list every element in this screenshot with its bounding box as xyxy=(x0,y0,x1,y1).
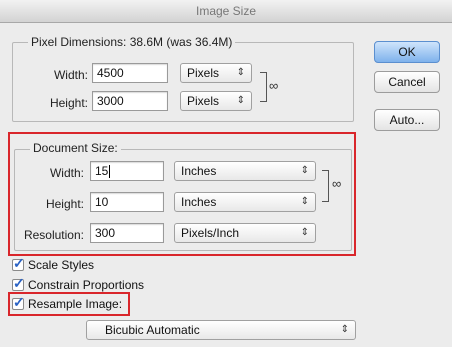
constrain-proportions-label: Constrain Proportions xyxy=(28,278,145,292)
doc-height-unit-value: Inches xyxy=(181,195,217,209)
ok-button[interactable]: OK xyxy=(374,41,440,63)
checkmark-icon: ✓ xyxy=(13,275,25,291)
chain-link-icon: ∞ xyxy=(332,176,342,191)
doc-resolution-label: Resolution: xyxy=(23,228,84,242)
pixel-width-label: Width: xyxy=(53,68,88,82)
doc-resolution-unit-select[interactable]: Pixels/Inch ⇕ xyxy=(174,223,316,243)
doc-width-label: Width: xyxy=(49,166,84,180)
document-size-legend: Document Size: xyxy=(30,141,121,155)
resample-image-label: Resample Image: xyxy=(28,297,123,311)
pixel-height-unit-select[interactable]: Pixels ⇕ xyxy=(180,91,252,111)
pixel-width-unit-select[interactable]: Pixels ⇕ xyxy=(180,63,252,83)
doc-resolution-input[interactable]: 300 xyxy=(90,223,164,243)
pixel-width-unit-value: Pixels xyxy=(187,66,220,80)
doc-height-label: Height: xyxy=(45,197,84,211)
scale-styles-checkbox[interactable]: ✓ xyxy=(12,255,25,271)
pixel-height-unit-value: Pixels xyxy=(187,94,220,108)
pixel-height-input[interactable]: 3000 xyxy=(92,91,168,111)
resample-method-select[interactable]: Bicubic Automatic ⇕ xyxy=(86,320,356,340)
scale-styles-label: Scale Styles xyxy=(28,258,95,272)
select-arrows-icon: ⇕ xyxy=(236,95,245,106)
select-arrows-icon: ⇕ xyxy=(300,165,309,176)
auto-button[interactable]: Auto... xyxy=(374,109,440,131)
doc-resolution-unit-value: Pixels/Inch xyxy=(181,226,240,240)
resample-image-checkbox[interactable]: ✓ xyxy=(12,294,25,310)
select-arrows-icon: ⇕ xyxy=(340,324,349,335)
resample-method-value: Bicubic Automatic xyxy=(105,323,200,337)
checkmark-icon: ✓ xyxy=(13,255,25,271)
constrain-proportions-checkbox[interactable]: ✓ xyxy=(12,275,25,291)
doc-width-unit-value: Inches xyxy=(181,164,217,178)
doc-width-value: 15 xyxy=(95,164,109,178)
doc-height-unit-select[interactable]: Inches ⇕ xyxy=(174,192,316,212)
chain-link-icon: ∞ xyxy=(269,78,279,93)
doc-height-input[interactable]: 10 xyxy=(90,192,164,212)
pixel-height-label: Height: xyxy=(49,96,88,110)
window-title: Image Size xyxy=(0,0,452,23)
pixel-width-input[interactable]: 4500 xyxy=(92,63,168,83)
doc-width-input[interactable]: 15 xyxy=(90,161,164,181)
select-arrows-icon: ⇕ xyxy=(236,67,245,78)
select-arrows-icon: ⇕ xyxy=(300,196,309,207)
pixel-link-bracket xyxy=(260,72,267,102)
doc-width-unit-select[interactable]: Inches ⇕ xyxy=(174,161,316,181)
pixel-dimensions-legend: Pixel Dimensions: 38.6M (was 36.4M) xyxy=(28,35,236,49)
text-cursor xyxy=(109,165,111,179)
select-arrows-icon: ⇕ xyxy=(300,227,309,238)
doc-link-bracket xyxy=(322,170,329,202)
checkmark-icon: ✓ xyxy=(13,294,25,310)
cancel-button[interactable]: Cancel xyxy=(374,71,440,93)
